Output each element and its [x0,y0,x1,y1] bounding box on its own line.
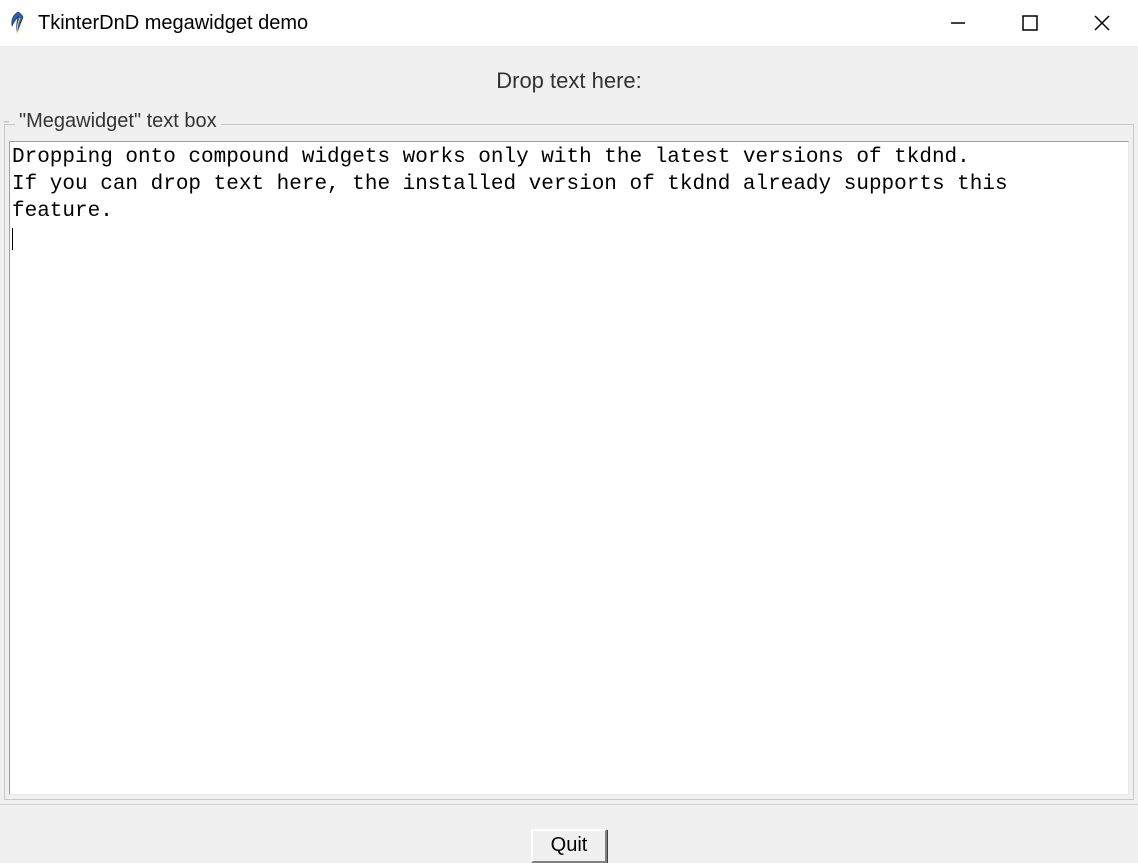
minimize-icon [949,14,967,32]
text-content: Dropping onto compound widgets works onl… [12,146,1008,223]
client-area: Drop text here: "Megawidget" text box Dr… [0,46,1138,863]
megawidget-labelframe: "Megawidget" text box Dropping onto comp… [4,124,1134,800]
text-cursor-icon [12,228,13,250]
quit-button[interactable]: Quit [531,829,608,863]
button-row: Quit [0,805,1138,863]
labelframe-legend: "Megawidget" text box [15,110,221,133]
maximize-button[interactable] [994,0,1066,46]
window-controls [922,0,1138,46]
close-icon [1092,13,1112,33]
titlebar-left: TkinterDnD megawidget demo [6,11,308,35]
maximize-icon [1021,14,1039,32]
labelframe-container: "Megawidget" text box Dropping onto comp… [0,112,1138,800]
minimize-button[interactable] [922,0,994,46]
tk-feather-icon [6,11,30,35]
window-titlebar: TkinterDnD megawidget demo [0,0,1138,46]
drop-text-area[interactable]: Dropping onto compound widgets works onl… [9,141,1129,795]
close-button[interactable] [1066,0,1138,46]
drop-text-label: Drop text here: [0,46,1138,112]
window-title: TkinterDnD megawidget demo [38,12,308,35]
